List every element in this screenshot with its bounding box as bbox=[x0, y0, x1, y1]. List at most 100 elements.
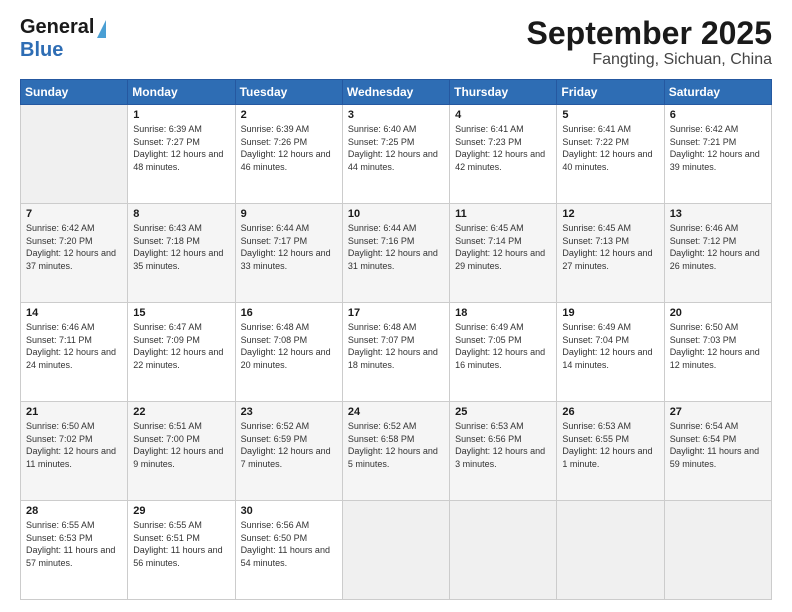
day-number: 1 bbox=[133, 109, 229, 121]
day-cell: 10 Sunrise: 6:44 AMSunset: 7:16 PMDayligh… bbox=[342, 204, 449, 303]
day-cell: 5 Sunrise: 6:41 AMSunset: 7:22 PMDaylight… bbox=[557, 105, 664, 204]
day-cell: 15 Sunrise: 6:47 AMSunset: 7:09 PMDayligh… bbox=[128, 303, 235, 402]
day-number: 20 bbox=[670, 307, 766, 319]
day-info: Sunrise: 6:50 AMSunset: 7:03 PMDaylight:… bbox=[670, 321, 766, 371]
day-cell: 19Sunrise: 6:49 AMSunset: 7:04 PMDayligh… bbox=[557, 303, 664, 402]
day-cell: 16 Sunrise: 6:48 AMSunset: 7:08 PMDayligh… bbox=[235, 303, 342, 402]
day-info: Sunrise: 6:43 AMSunset: 7:18 PMDaylight:… bbox=[133, 222, 229, 272]
logo: General Blue bbox=[20, 16, 106, 62]
day-info: Sunrise: 6:45 AMSunset: 7:14 PMDaylight:… bbox=[455, 222, 551, 272]
header-cell-saturday: Saturday bbox=[664, 80, 771, 105]
day-info: Sunrise: 6:44 AMSunset: 7:17 PMDaylight:… bbox=[241, 222, 337, 272]
week-row-1: 1 Sunrise: 6:39 AMSunset: 7:27 PMDaylight… bbox=[21, 105, 772, 204]
day-cell bbox=[21, 105, 128, 204]
day-cell: 13Sunrise: 6:46 AMSunset: 7:12 PMDayligh… bbox=[664, 204, 771, 303]
day-number: 21 bbox=[26, 406, 122, 418]
week-row-2: 7Sunrise: 6:42 AMSunset: 7:20 PMDaylight… bbox=[21, 204, 772, 303]
day-number: 9 bbox=[241, 208, 337, 220]
day-info: Sunrise: 6:41 AMSunset: 7:22 PMDaylight:… bbox=[562, 123, 658, 173]
day-cell: 27Sunrise: 6:54 AMSunset: 6:54 PMDayligh… bbox=[664, 402, 771, 501]
day-number: 30 bbox=[241, 505, 337, 517]
page-subtitle: Fangting, Sichuan, China bbox=[527, 51, 772, 69]
week-row-4: 21 Sunrise: 6:50 AMSunset: 7:02 PMDayligh… bbox=[21, 402, 772, 501]
header-cell-sunday: Sunday bbox=[21, 80, 128, 105]
day-cell: 12Sunrise: 6:45 AMSunset: 7:13 PMDayligh… bbox=[557, 204, 664, 303]
header-row: SundayMondayTuesdayWednesdayThursdayFrid… bbox=[21, 80, 772, 105]
day-number: 7 bbox=[26, 208, 122, 220]
day-cell: 8 Sunrise: 6:43 AMSunset: 7:18 PMDaylight… bbox=[128, 204, 235, 303]
day-number: 19 bbox=[562, 307, 658, 319]
day-cell: 2Sunrise: 6:39 AMSunset: 7:26 PMDaylight… bbox=[235, 105, 342, 204]
header-cell-friday: Friday bbox=[557, 80, 664, 105]
day-number: 4 bbox=[455, 109, 551, 121]
logo-blue: Blue bbox=[20, 39, 63, 61]
day-number: 24 bbox=[348, 406, 444, 418]
day-info: Sunrise: 6:55 AMSunset: 6:51 PMDaylight:… bbox=[133, 519, 229, 569]
day-info: Sunrise: 6:39 AMSunset: 7:27 PMDaylight:… bbox=[133, 123, 229, 173]
day-number: 5 bbox=[562, 109, 658, 121]
day-cell: 7Sunrise: 6:42 AMSunset: 7:20 PMDaylight… bbox=[21, 204, 128, 303]
logo-triangle-icon bbox=[97, 20, 106, 38]
logo-line1: General bbox=[20, 16, 106, 39]
day-cell: 3Sunrise: 6:40 AMSunset: 7:25 PMDaylight… bbox=[342, 105, 449, 204]
day-number: 6 bbox=[670, 109, 766, 121]
header-cell-thursday: Thursday bbox=[450, 80, 557, 105]
day-cell: 23Sunrise: 6:52 AMSunset: 6:59 PMDayligh… bbox=[235, 402, 342, 501]
day-info: Sunrise: 6:46 AMSunset: 7:11 PMDaylight:… bbox=[26, 321, 122, 371]
day-number: 14 bbox=[26, 307, 122, 319]
day-cell: 6 Sunrise: 6:42 AMSunset: 7:21 PMDaylight… bbox=[664, 105, 771, 204]
day-cell: 28Sunrise: 6:55 AMSunset: 6:53 PMDayligh… bbox=[21, 501, 128, 600]
day-number: 16 bbox=[241, 307, 337, 319]
day-cell bbox=[557, 501, 664, 600]
day-cell: 18Sunrise: 6:49 AMSunset: 7:05 PMDayligh… bbox=[450, 303, 557, 402]
day-cell bbox=[664, 501, 771, 600]
day-info: Sunrise: 6:56 AMSunset: 6:50 PMDaylight:… bbox=[241, 519, 337, 569]
header: General Blue September 2025 Fangting, Si… bbox=[20, 16, 772, 69]
day-info: Sunrise: 6:45 AMSunset: 7:13 PMDaylight:… bbox=[562, 222, 658, 272]
day-number: 26 bbox=[562, 406, 658, 418]
day-cell: 1 Sunrise: 6:39 AMSunset: 7:27 PMDaylight… bbox=[128, 105, 235, 204]
day-cell: 11 Sunrise: 6:45 AMSunset: 7:14 PMDayligh… bbox=[450, 204, 557, 303]
day-number: 15 bbox=[133, 307, 229, 319]
day-number: 10 bbox=[348, 208, 444, 220]
day-cell bbox=[450, 501, 557, 600]
calendar-body: 1 Sunrise: 6:39 AMSunset: 7:27 PMDaylight… bbox=[21, 105, 772, 600]
day-info: Sunrise: 6:53 AMSunset: 6:56 PMDaylight:… bbox=[455, 420, 551, 470]
day-cell: 14 Sunrise: 6:46 AMSunset: 7:11 PMDayligh… bbox=[21, 303, 128, 402]
day-info: Sunrise: 6:44 AMSunset: 7:16 PMDaylight:… bbox=[348, 222, 444, 272]
week-row-3: 14 Sunrise: 6:46 AMSunset: 7:11 PMDayligh… bbox=[21, 303, 772, 402]
title-block: September 2025 Fangting, Sichuan, China bbox=[527, 16, 772, 69]
logo-line2: Blue bbox=[20, 39, 63, 62]
day-info: Sunrise: 6:53 AMSunset: 6:55 PMDaylight:… bbox=[562, 420, 658, 470]
day-cell: 30 Sunrise: 6:56 AMSunset: 6:50 PMDayligh… bbox=[235, 501, 342, 600]
day-cell: 26 Sunrise: 6:53 AMSunset: 6:55 PMDayligh… bbox=[557, 402, 664, 501]
day-cell: 24Sunrise: 6:52 AMSunset: 6:58 PMDayligh… bbox=[342, 402, 449, 501]
day-info: Sunrise: 6:48 AMSunset: 7:08 PMDaylight:… bbox=[241, 321, 337, 371]
page: General Blue September 2025 Fangting, Si… bbox=[0, 0, 792, 612]
calendar-header: SundayMondayTuesdayWednesdayThursdayFrid… bbox=[21, 80, 772, 105]
day-info: Sunrise: 6:55 AMSunset: 6:53 PMDaylight:… bbox=[26, 519, 122, 569]
day-number: 8 bbox=[133, 208, 229, 220]
day-number: 13 bbox=[670, 208, 766, 220]
day-info: Sunrise: 6:47 AMSunset: 7:09 PMDaylight:… bbox=[133, 321, 229, 371]
day-number: 17 bbox=[348, 307, 444, 319]
day-info: Sunrise: 6:40 AMSunset: 7:25 PMDaylight:… bbox=[348, 123, 444, 173]
day-cell: 29Sunrise: 6:55 AMSunset: 6:51 PMDayligh… bbox=[128, 501, 235, 600]
day-info: Sunrise: 6:50 AMSunset: 7:02 PMDaylight:… bbox=[26, 420, 122, 470]
day-cell: 25 Sunrise: 6:53 AMSunset: 6:56 PMDayligh… bbox=[450, 402, 557, 501]
header-cell-monday: Monday bbox=[128, 80, 235, 105]
day-info: Sunrise: 6:51 AMSunset: 7:00 PMDaylight:… bbox=[133, 420, 229, 470]
day-number: 27 bbox=[670, 406, 766, 418]
day-number: 18 bbox=[455, 307, 551, 319]
day-number: 2 bbox=[241, 109, 337, 121]
day-number: 11 bbox=[455, 208, 551, 220]
day-cell: 21 Sunrise: 6:50 AMSunset: 7:02 PMDayligh… bbox=[21, 402, 128, 501]
header-cell-tuesday: Tuesday bbox=[235, 80, 342, 105]
week-row-5: 28Sunrise: 6:55 AMSunset: 6:53 PMDayligh… bbox=[21, 501, 772, 600]
day-number: 23 bbox=[241, 406, 337, 418]
day-cell: 20 Sunrise: 6:50 AMSunset: 7:03 PMDayligh… bbox=[664, 303, 771, 402]
day-info: Sunrise: 6:42 AMSunset: 7:21 PMDaylight:… bbox=[670, 123, 766, 173]
day-number: 22 bbox=[133, 406, 229, 418]
day-number: 25 bbox=[455, 406, 551, 418]
day-cell: 17Sunrise: 6:48 AMSunset: 7:07 PMDayligh… bbox=[342, 303, 449, 402]
